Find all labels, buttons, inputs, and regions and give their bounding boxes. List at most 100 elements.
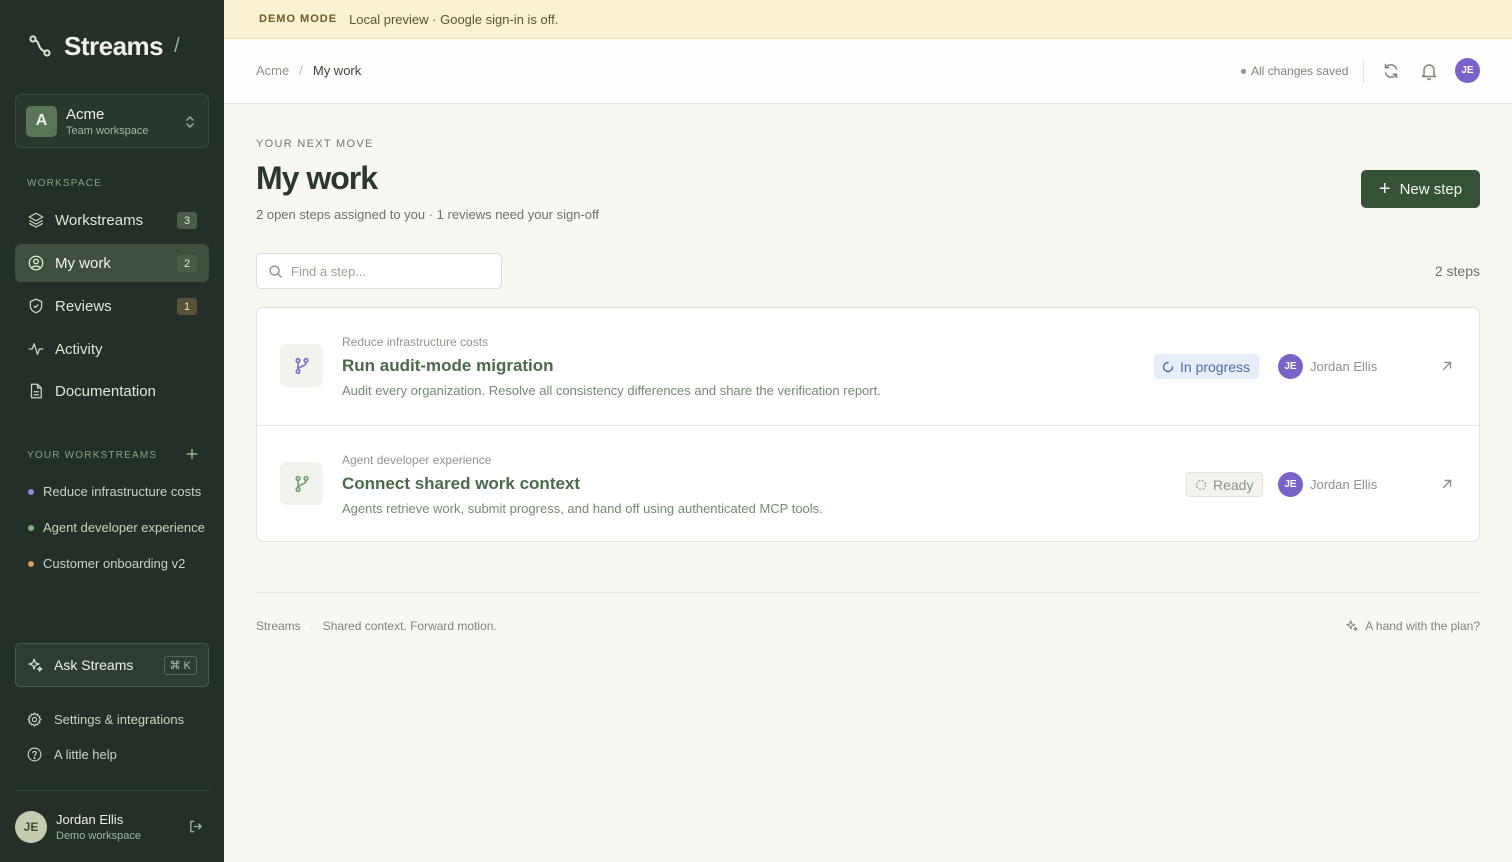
- nav-count-badge: 2: [177, 255, 197, 272]
- activity-icon: [28, 343, 44, 355]
- avatar: JE: [1278, 472, 1303, 497]
- footer-divider: [256, 592, 1480, 593]
- avatar: JE: [1278, 354, 1303, 379]
- footer-help-link[interactable]: A hand with the plan?: [1345, 619, 1480, 633]
- workstream-color-dot: [28, 488, 34, 495]
- nav-item-my-work[interactable]: My work 2: [15, 244, 209, 282]
- demo-mode-text: Local preview · Google sign-in is off.: [349, 11, 559, 27]
- workstreams-section-label: YOUR WORKSTREAMS: [27, 450, 158, 461]
- step-assignee: JE Jordan Ellis: [1278, 472, 1377, 497]
- chevron-up-down-icon: [186, 116, 194, 128]
- toolbar-divider: [1363, 59, 1364, 83]
- plus-icon: +: [1378, 178, 1391, 200]
- page-subtitle: 2 open steps assigned to you · 1 reviews…: [256, 207, 600, 222]
- user-profile[interactable]: JE Jordan Ellis Demo workspace: [15, 811, 141, 843]
- nav-item-documentation[interactable]: Documentation: [15, 372, 209, 410]
- step-count: 2 steps: [1434, 263, 1480, 279]
- workspace-switcher[interactable]: A Acme Team workspace: [15, 94, 209, 148]
- page-eyebrow: YOUR NEXT MOVE: [256, 138, 374, 150]
- branch-icon: [280, 344, 323, 387]
- nav-count-badge: 3: [177, 212, 197, 229]
- new-step-button[interactable]: + New step: [1361, 170, 1480, 208]
- nav-item-label: Workstreams: [55, 211, 144, 229]
- user-circle-icon: [28, 255, 44, 271]
- nav-item-label: Reviews: [55, 297, 112, 315]
- nav-item-activity[interactable]: Activity: [15, 330, 209, 368]
- step-title[interactable]: Connect shared work context: [342, 474, 580, 494]
- step-workstream[interactable]: Reduce infrastructure costs: [342, 335, 488, 349]
- new-step-label: New step: [1399, 180, 1463, 198]
- avatar[interactable]: JE: [1455, 58, 1480, 83]
- workstream-color-dot: [28, 560, 34, 567]
- external-link-icon[interactable]: [1440, 477, 1454, 491]
- nav-item-workstreams[interactable]: Workstreams 3: [15, 201, 209, 239]
- brand-name: Streams: [64, 30, 164, 61]
- workstream-link-agent-dx[interactable]: Agent developer experience: [28, 520, 208, 535]
- settings-link[interactable]: Settings & integrations: [26, 711, 184, 728]
- status-label: In progress: [1180, 358, 1251, 375]
- help-link[interactable]: A little help: [26, 746, 117, 763]
- external-link-icon[interactable]: [1440, 359, 1454, 373]
- workspace-name: Acme: [66, 105, 105, 123]
- avatar: JE: [15, 811, 47, 843]
- steps-list: Reduce infrastructure costs Run audit-mo…: [256, 307, 1480, 542]
- gear-icon: [27, 712, 42, 727]
- add-workstream-icon[interactable]: [184, 446, 200, 462]
- status-badge: In progress: [1154, 354, 1260, 379]
- streams-logo-icon: [29, 35, 51, 57]
- footer-brand-name: Streams: [256, 619, 301, 633]
- user-subtitle: Demo workspace: [56, 830, 141, 842]
- nav-item-label: My work: [55, 254, 111, 272]
- step-assignee: JE Jordan Ellis: [1278, 354, 1377, 379]
- step-description: Audit every organization. Resolve all co…: [342, 383, 881, 398]
- nav-item-reviews[interactable]: Reviews 1: [15, 287, 209, 325]
- breadcrumb-separator: /: [299, 63, 303, 78]
- save-status: All changes saved: [1241, 64, 1348, 78]
- workspace-subtitle: Team workspace: [66, 124, 149, 137]
- help-circle-icon: [27, 747, 42, 762]
- footer-separator: ·: [309, 619, 314, 633]
- help-label: A little help: [54, 747, 117, 762]
- page-title: My work: [256, 160, 378, 196]
- breadcrumb: Acme / My work: [256, 63, 361, 78]
- step-row[interactable]: Agent developer experience Connect share…: [257, 425, 1479, 542]
- assignee-name: Jordan Ellis: [1310, 359, 1378, 374]
- demo-mode-tag: DEMO MODE: [259, 13, 338, 25]
- workstream-label: Reduce infrastructure costs: [43, 484, 202, 499]
- workstream-link-infrastructure[interactable]: Reduce infrastructure costs: [28, 484, 208, 499]
- ask-streams-button[interactable]: Ask Streams ⌘ K: [15, 643, 209, 687]
- save-status-text: All changes saved: [1251, 64, 1349, 78]
- sparkle-icon: [28, 658, 43, 672]
- assignee-name: Jordan Ellis: [1310, 477, 1378, 492]
- demo-mode-banner: DEMO MODE Local preview · Google sign-in…: [224, 0, 1512, 39]
- step-description: Agents retrieve work, submit progress, a…: [342, 501, 823, 516]
- breadcrumb-current: My work: [312, 63, 362, 78]
- nav-item-label: Activity: [55, 340, 103, 358]
- dashed-circle-icon: [1195, 479, 1207, 490]
- step-row[interactable]: Reduce infrastructure costs Run audit-mo…: [257, 308, 1479, 425]
- nav-item-label: Documentation: [55, 382, 156, 400]
- step-title[interactable]: Run audit-mode migration: [342, 356, 554, 376]
- refresh-icon[interactable]: [1381, 61, 1401, 81]
- keyboard-shortcut: ⌘ K: [163, 656, 197, 675]
- status-label: Ready: [1213, 476, 1254, 493]
- sidebar: Streams / A Acme Team workspace WORKSPAC…: [0, 0, 224, 862]
- workstream-color-dot: [28, 524, 34, 531]
- search-input[interactable]: [291, 263, 481, 279]
- ask-streams-label: Ask Streams: [54, 657, 134, 673]
- document-icon: [30, 383, 42, 399]
- workstream-link-onboarding[interactable]: Customer onboarding v2: [28, 556, 208, 571]
- workstream-label: Agent developer experience: [43, 520, 205, 535]
- sparkle-icon: [1346, 620, 1358, 632]
- layers-icon: [28, 212, 44, 228]
- shield-check-icon: [29, 298, 43, 314]
- step-workstream[interactable]: Agent developer experience: [342, 453, 491, 467]
- breadcrumb-root[interactable]: Acme: [256, 63, 289, 78]
- bell-icon[interactable]: [1419, 61, 1439, 81]
- brand[interactable]: Streams /: [28, 30, 180, 62]
- footer-brand: Streams · Shared context. Forward motion…: [256, 619, 497, 633]
- nav-count-badge: 1: [177, 298, 197, 315]
- search-icon: [269, 264, 282, 278]
- logout-icon[interactable]: [188, 819, 203, 834]
- workspace-section-label: WORKSPACE: [27, 178, 103, 189]
